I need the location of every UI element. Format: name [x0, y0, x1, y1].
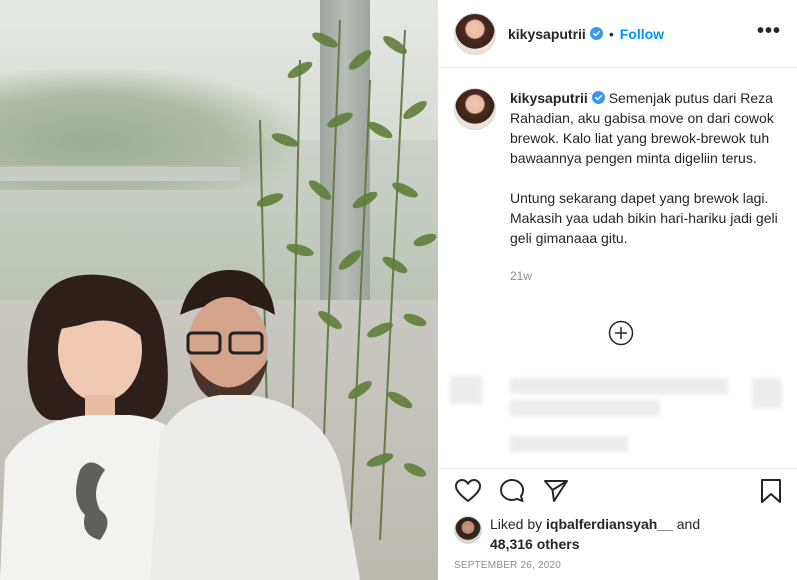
- caption-verified-badge-icon: [591, 91, 605, 104]
- caption-body: kikysaputrii Semenjak putus dari Reza Ra…: [510, 88, 780, 286]
- caption-time[interactable]: 21w: [510, 266, 780, 286]
- blurred-comment: [510, 436, 628, 452]
- load-more-comments-icon[interactable]: [608, 320, 634, 346]
- bookmark-icon[interactable]: [757, 477, 785, 505]
- post-photo[interactable]: [0, 0, 438, 580]
- caption-paragraph-2: Untung sekarang dapet yang brewok lagi. …: [510, 190, 778, 246]
- photo-railing: [0, 165, 240, 181]
- blurred-comment: [450, 376, 482, 404]
- likes-summary: Liked by iqbalferdiansyah__ and 48,316 o…: [454, 514, 720, 554]
- follow-button[interactable]: Follow: [620, 26, 664, 42]
- likes-prefix: Liked by: [490, 516, 547, 532]
- more-options-icon[interactable]: •••: [757, 20, 781, 43]
- liker-username[interactable]: iqbalferdiansyah__: [546, 516, 673, 532]
- heart-icon[interactable]: [454, 477, 482, 505]
- post-date[interactable]: SEPTEMBER 26, 2020: [454, 560, 561, 571]
- paper-plane-icon[interactable]: [542, 477, 570, 505]
- liker-avatar[interactable]: [454, 516, 482, 544]
- caption-author-avatar[interactable]: [454, 88, 496, 130]
- caption-username[interactable]: kikysaputrii: [510, 90, 588, 106]
- author-avatar[interactable]: [454, 12, 496, 55]
- comment-icon[interactable]: [498, 477, 526, 505]
- likes-conjunction: and: [672, 516, 701, 532]
- header-separator: •: [608, 25, 614, 42]
- post-header: kikysaputrii • Follow •••: [438, 0, 797, 68]
- post-caption: kikysaputrii Semenjak putus dari Reza Ra…: [454, 88, 784, 286]
- likes-text: Liked by iqbalferdiansyah__ and 48,316 o…: [490, 514, 720, 554]
- blurred-comment: [510, 378, 728, 394]
- blurred-comment: [510, 400, 660, 416]
- photo-person-man: [150, 270, 360, 580]
- likes-others-count[interactable]: 48,316 others: [490, 536, 580, 552]
- post-sidebar: kikysaputrii • Follow ••• kikysaputrii S…: [438, 0, 797, 580]
- author-username[interactable]: kikysaputrii: [508, 26, 586, 42]
- caption-paragraph-1: kikysaputrii Semenjak putus dari Reza Ra…: [510, 88, 780, 168]
- blurred-comment: [752, 378, 782, 408]
- verified-badge-icon: [589, 27, 603, 40]
- post-actions: [438, 468, 797, 512]
